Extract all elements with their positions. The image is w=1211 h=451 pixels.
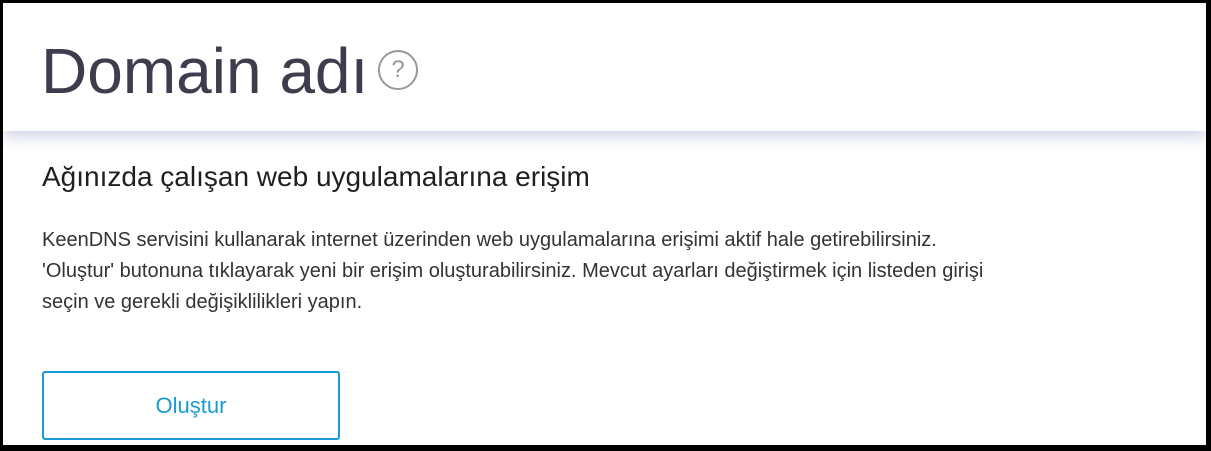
description-line: KeenDNS servisini kullanarak internet üz…	[42, 229, 937, 251]
page-header: Domain adı ?	[3, 3, 1206, 131]
description-line: 'Oluştur' butonuna tıklayarak yeni bir e…	[42, 260, 984, 282]
create-button[interactable]: Oluştur	[42, 371, 340, 440]
help-question-icon[interactable]: ?	[378, 50, 418, 90]
description-text: KeenDNS servisini kullanarak internet üz…	[42, 225, 1206, 318]
page-title: Domain adı	[41, 35, 369, 107]
description-line: seçin ve gerekli değişiklilikleri yapın.	[42, 291, 363, 313]
app-window: Domain adı ? Ağınızda çalışan web uygula…	[3, 3, 1206, 445]
main-content: Ağınızda çalışan web uygulamalarına eriş…	[3, 131, 1206, 445]
section-title: Ağınızda çalışan web uygulamalarına eriş…	[42, 161, 590, 192]
